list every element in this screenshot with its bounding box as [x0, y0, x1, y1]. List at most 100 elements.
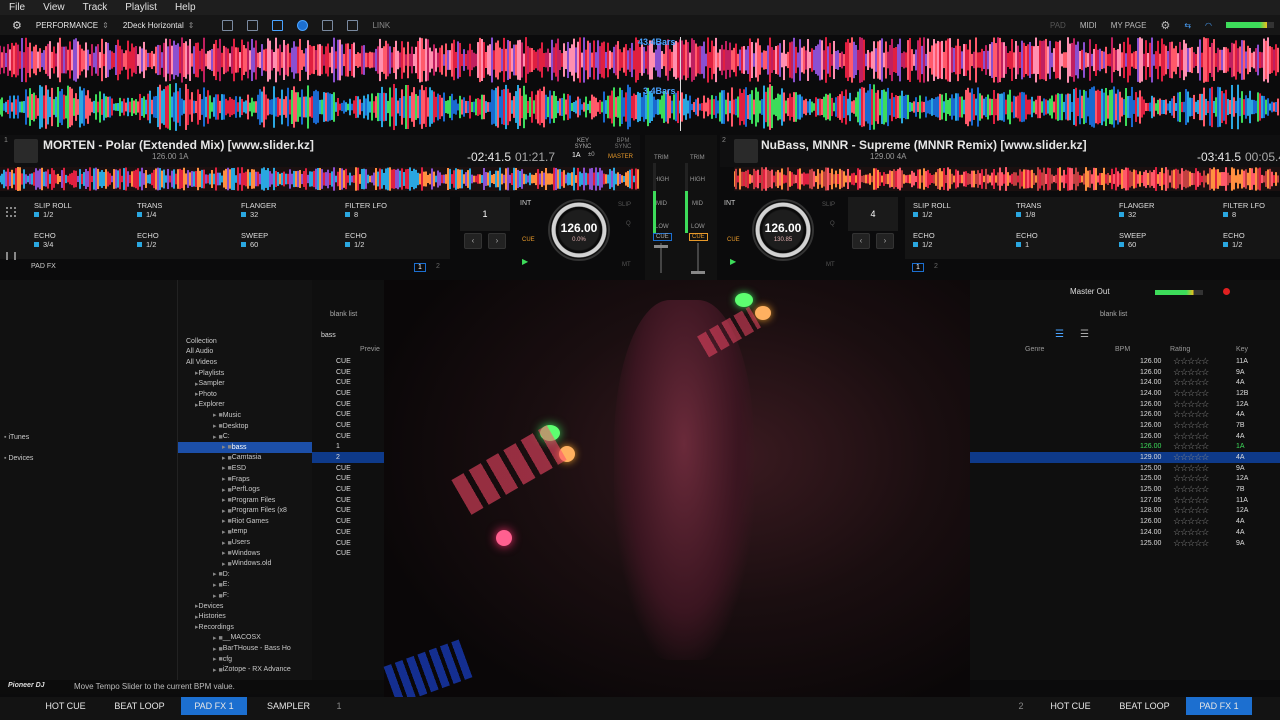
deck1-int-label[interactable]: INT — [520, 200, 531, 207]
table-row[interactable]: 126.00 ☆☆☆☆☆ 1A — [970, 441, 1280, 453]
layout-select[interactable]: 2Deck Horizontal ⇕ — [123, 21, 195, 30]
rating-stars-icon[interactable]: ☆☆☆☆☆ — [1173, 420, 1209, 431]
deck1-pad-3[interactable]: FLANGER 32 — [241, 201, 276, 219]
table-row[interactable]: 125.00 ☆☆☆☆☆ 9A — [970, 538, 1280, 549]
deck1-pad-2[interactable]: TRANS 1/4 — [137, 201, 162, 219]
column-key[interactable]: Key — [1236, 346, 1248, 353]
rating-stars-icon[interactable]: ☆☆☆☆☆ — [1173, 473, 1209, 484]
tree-item[interactable]: ▸ ■ Windows.old — [178, 558, 312, 569]
table-row[interactable]: 126.00 ☆☆☆☆☆ 11A — [970, 356, 1280, 367]
master-out-select[interactable]: Master Out — [1070, 287, 1110, 296]
table-row[interactable]: CUE — [312, 484, 384, 495]
table-row[interactable]: 126.00 ☆☆☆☆☆ 4A — [970, 409, 1280, 420]
table-row[interactable]: CUE — [312, 516, 384, 527]
rating-stars-icon[interactable]: ☆☆☆☆☆ — [1173, 495, 1209, 506]
tree-item[interactable]: ▸ ■ BarTHouse - Bass Ho — [178, 643, 312, 654]
tree-item[interactable]: ▸ ■ PerfLogs — [178, 484, 312, 495]
deck1-overview-waveform[interactable] — [0, 167, 640, 191]
deck1-bpm-sync[interactable]: BPM SYNC — [612, 138, 634, 150]
table-row[interactable]: 2 — [312, 452, 384, 463]
menu-help[interactable]: Help — [166, 2, 205, 13]
rating-stars-icon[interactable]: ☆☆☆☆☆ — [1173, 399, 1209, 410]
tree-item[interactable]: ▸ ■ ESD — [178, 463, 312, 474]
tree-item[interactable]: All Audio — [178, 347, 312, 358]
menu-file[interactable]: File — [0, 2, 34, 13]
deck1-mt-label[interactable]: MT — [622, 262, 631, 268]
column-rating[interactable]: Rating — [1170, 346, 1190, 353]
deck2-pad-1[interactable]: SLIP ROLL 1/2 — [913, 201, 951, 219]
rating-stars-icon[interactable]: ☆☆☆☆☆ — [1173, 441, 1209, 452]
deck1-tab-hotcue[interactable]: HOT CUE — [33, 697, 98, 715]
table-row[interactable]: CUE — [312, 399, 384, 410]
tree-item[interactable]: ▸ ■ cfg — [178, 654, 312, 665]
table-row[interactable]: CUE — [312, 495, 384, 506]
rating-stars-icon[interactable]: ☆☆☆☆☆ — [1173, 388, 1209, 399]
tree-item[interactable]: ▸ ■ iZotope - RX Advance — [178, 664, 312, 675]
tree-item[interactable]: ▸ ■ Music — [178, 410, 312, 421]
record-icon[interactable] — [297, 19, 309, 31]
tree-item[interactable]: ▸ ■ Program Files (x8 — [178, 506, 312, 517]
tree-item[interactable]: ▸ ■ Program Files — [178, 495, 312, 506]
deck2-tab-padfx1[interactable]: PAD FX 1 — [1186, 697, 1252, 715]
deck1-prev-button[interactable]: ‹ — [464, 233, 482, 249]
tree-item[interactable]: ▸ Recordings — [178, 622, 312, 633]
deck1-pad-4[interactable]: FILTER LFO 8 — [345, 201, 387, 219]
table-row[interactable]: CUE — [312, 538, 384, 549]
table-row[interactable]: 127.05 ☆☆☆☆☆ 11A — [970, 495, 1280, 506]
table-row[interactable]: 126.00 ☆☆☆☆☆ 9A — [970, 367, 1280, 378]
deck2-pad-5[interactable]: ECHO 1/2 — [913, 231, 935, 249]
rating-stars-icon[interactable]: ☆☆☆☆☆ — [1173, 409, 1209, 420]
table-row[interactable]: CUE — [312, 474, 384, 485]
rating-stars-icon[interactable]: ☆☆☆☆☆ — [1173, 538, 1209, 549]
sidebar-item-itunes[interactable]: ▪ iTunes — [4, 434, 29, 441]
mode-select[interactable]: PERFORMANCE ⇕ — [36, 21, 109, 30]
deck1-tab-padfx1[interactable]: PAD FX 1 — [181, 697, 247, 715]
deck2-tab-hotcue[interactable]: HOT CUE — [1038, 697, 1103, 715]
channel2-fader-cap[interactable] — [691, 271, 705, 274]
rating-stars-icon[interactable]: ☆☆☆☆☆ — [1173, 431, 1209, 442]
menu-track[interactable]: Track — [74, 2, 117, 13]
deck1-page-2[interactable]: 2 — [433, 263, 443, 270]
deck2-page-2[interactable]: 2 — [931, 263, 941, 270]
tree-item[interactable]: ▸ ■ Camtasia — [178, 453, 312, 464]
video-icon[interactable] — [322, 19, 334, 31]
table-row[interactable]: CUE — [312, 431, 384, 442]
table-row[interactable]: CUE — [312, 356, 384, 367]
deck1-tab-sampler[interactable]: SAMPLER — [256, 697, 321, 715]
fx-icon[interactable] — [222, 19, 234, 31]
deck1-quantize-label[interactable]: Q — [626, 221, 631, 227]
rating-stars-icon[interactable]: ☆☆☆☆☆ — [1173, 356, 1209, 367]
tree-item[interactable]: ▸ Photo — [178, 389, 312, 400]
table-row[interactable]: 1 — [312, 442, 384, 453]
tree-item[interactable]: ▸ ■ Riot Games — [178, 516, 312, 527]
deck1-next-button[interactable]: › — [488, 233, 506, 249]
link-button[interactable]: LINK — [372, 21, 390, 30]
deck2-pad-2[interactable]: TRANS 1/8 — [1016, 201, 1041, 219]
tree-item[interactable]: ▸ ■ __MACOSX — [178, 633, 312, 644]
network-icon[interactable]: ⇆ — [1184, 21, 1191, 30]
tree-item[interactable]: ▸ ■ bass — [178, 441, 312, 453]
table-row[interactable]: CUE — [312, 367, 384, 378]
deck1-pad-1[interactable]: SLIP ROLL 1/2 — [34, 201, 72, 219]
table-row[interactable]: CUE — [312, 388, 384, 399]
table-row[interactable]: 126.00 ☆☆☆☆☆ 12A — [970, 399, 1280, 410]
table-row[interactable]: 124.00 ☆☆☆☆☆ 4A — [970, 527, 1280, 538]
deck2-prev-button[interactable]: ‹ — [852, 233, 870, 249]
table-row[interactable]: CUE — [312, 377, 384, 388]
table-row[interactable]: 124.00 ☆☆☆☆☆ 12B — [970, 388, 1280, 399]
deck2-page-1[interactable]: 1 — [912, 263, 924, 272]
deck2-jog-wheel[interactable]: 126.00 130.85 — [752, 199, 814, 261]
rating-stars-icon[interactable]: ☆☆☆☆☆ — [1173, 505, 1209, 516]
table-row[interactable]: 129.00 ☆☆☆☆☆ 4A — [970, 452, 1280, 463]
deck1-cue-button[interactable]: CUE — [522, 237, 535, 243]
table-row[interactable]: CUE — [312, 506, 384, 517]
rating-stars-icon[interactable]: ☆☆☆☆☆ — [1173, 367, 1209, 378]
mixer-icon[interactable] — [272, 19, 284, 31]
deck1-pad-6[interactable]: ECHO 1/2 — [137, 231, 159, 249]
deck2-next-button[interactable]: › — [876, 233, 894, 249]
tree-item[interactable]: Collection — [178, 336, 312, 347]
table-row[interactable]: CUE — [312, 420, 384, 431]
rating-stars-icon[interactable]: ☆☆☆☆☆ — [1173, 516, 1209, 527]
lyric-icon[interactable] — [347, 19, 359, 31]
table-row[interactable]: 128.00 ☆☆☆☆☆ 12A — [970, 505, 1280, 517]
